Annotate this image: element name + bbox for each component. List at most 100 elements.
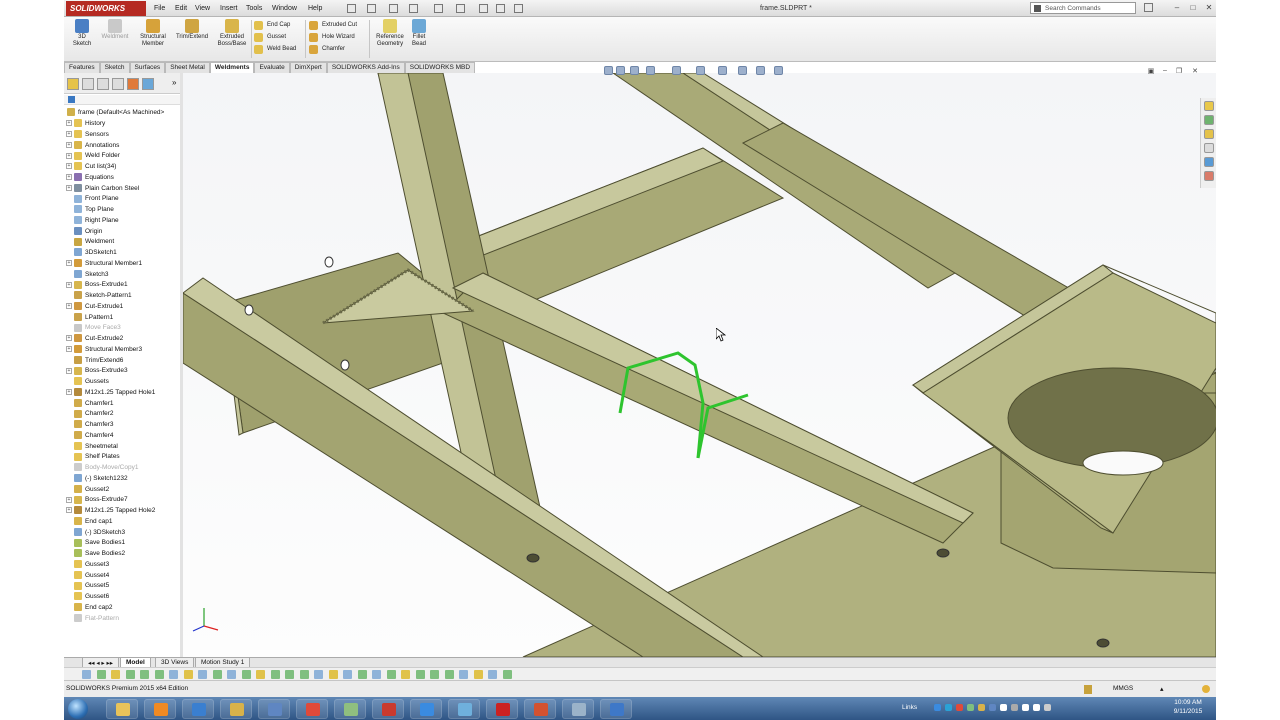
chevron-right-icon[interactable]: » xyxy=(172,78,176,87)
section-view-icon[interactable] xyxy=(646,66,655,75)
tree-item[interactable]: + M12x1.25 Tapped Hole1 xyxy=(64,387,155,398)
shortcut-tool-icon[interactable] xyxy=(154,670,164,679)
tray-icon[interactable] xyxy=(967,704,974,711)
tree-item[interactable]: Sheetmetal xyxy=(64,441,118,452)
taskbar-app-button[interactable] xyxy=(562,699,594,719)
tree-item[interactable]: + Cut-Extrude1 xyxy=(64,301,123,312)
shortcut-tool-icon[interactable] xyxy=(430,670,439,679)
tree-item[interactable]: + Cut list(34) xyxy=(64,161,116,172)
select-icon[interactable] xyxy=(456,4,465,13)
tree-item[interactable]: Body-Move/Copy1 xyxy=(64,462,138,473)
shortcut-tool-icon[interactable] xyxy=(140,670,149,679)
view-palette-icon[interactable] xyxy=(1204,143,1214,153)
expand-icon[interactable]: + xyxy=(66,507,72,514)
shortcut-tool-icon[interactable] xyxy=(401,670,410,679)
taskbar-app-button[interactable] xyxy=(448,699,480,719)
tree-item[interactable]: + Structural Member1 xyxy=(64,258,142,269)
menu-help[interactable]: Help xyxy=(308,5,322,12)
display-manager-tab-icon[interactable] xyxy=(127,78,139,90)
expand-icon[interactable]: + xyxy=(66,260,72,267)
file-properties-icon[interactable] xyxy=(496,4,505,13)
expand-icon[interactable]: + xyxy=(66,496,72,503)
shortcut-tool-icon[interactable] xyxy=(183,670,193,679)
shortcut-tool-icon[interactable] xyxy=(386,670,396,679)
tray-icon[interactable] xyxy=(945,704,952,711)
shortcut-tool-icon[interactable] xyxy=(488,670,497,679)
expand-icon[interactable]: + xyxy=(66,346,72,353)
tray-icon[interactable] xyxy=(1011,704,1018,711)
weldment-button[interactable]: Weldment xyxy=(98,19,132,41)
tray-icon[interactable] xyxy=(978,704,985,711)
tree-item[interactable]: Sketch3 xyxy=(64,269,109,280)
shortcut-tool-icon[interactable] xyxy=(444,670,454,679)
options-icon[interactable] xyxy=(514,4,523,13)
featuremanager-tab-icon[interactable] xyxy=(67,78,79,90)
weld-bead-button[interactable]: Weld Bead xyxy=(254,43,304,55)
tree-item[interactable]: Save Bodies1 xyxy=(64,537,125,548)
hide-show-items-icon[interactable] xyxy=(718,66,727,75)
clock-time[interactable]: 10:09 AM xyxy=(1168,699,1208,706)
shortcut-tool-icon[interactable] xyxy=(212,670,222,679)
tree-item[interactable]: + Annotations xyxy=(64,140,119,151)
menu-view[interactable]: View xyxy=(195,5,210,12)
solidworks-logo[interactable]: SOLIDWORKS xyxy=(66,1,146,16)
taskbar-app-button[interactable] xyxy=(220,699,252,719)
view-settings-icon[interactable] xyxy=(774,66,783,75)
tree-item[interactable]: + Boss-Extrude3 xyxy=(64,365,128,376)
tree-filter[interactable] xyxy=(64,95,182,105)
tab-mbd[interactable]: SOLIDWORKS MBD xyxy=(404,62,476,73)
tree-item[interactable]: Origin xyxy=(64,226,102,237)
tray-icon[interactable] xyxy=(1000,704,1007,711)
tray-icon[interactable] xyxy=(1044,704,1051,711)
end-cap-button[interactable]: End Cap xyxy=(254,19,304,31)
links-toolbar[interactable]: Links xyxy=(902,704,917,711)
tree-item[interactable]: Gusset6 xyxy=(64,591,109,602)
close-icon[interactable]: ✕ xyxy=(1190,67,1200,77)
tray-icon[interactable] xyxy=(956,704,963,711)
shortcut-tool-icon[interactable] xyxy=(256,670,265,679)
shortcut-tool-icon[interactable] xyxy=(270,670,280,679)
resources-icon[interactable] xyxy=(1204,101,1214,111)
tree-item[interactable]: Weldment xyxy=(64,236,114,247)
tree-item[interactable]: + Boss-Extrude7 xyxy=(64,494,128,505)
shortcut-tool-icon[interactable] xyxy=(111,670,120,679)
shortcut-tool-icon[interactable] xyxy=(473,670,483,679)
tree-item[interactable]: (-) 3DSketch3 xyxy=(64,527,125,538)
extruded-cut-button[interactable]: Extruded Cut xyxy=(309,19,369,31)
shortcut-tool-icon[interactable] xyxy=(241,670,251,679)
tree-item[interactable]: 3DSketch1 xyxy=(64,247,117,258)
shortcut-tool-icon[interactable] xyxy=(314,670,323,679)
tree-item[interactable]: Front Plane xyxy=(64,193,119,204)
tree-item[interactable]: + Cut-Extrude2 xyxy=(64,333,123,344)
tab-features[interactable]: Features xyxy=(64,62,100,73)
expand-icon[interactable]: + xyxy=(66,141,72,148)
tree-item[interactable]: End cap1 xyxy=(64,516,112,527)
menu-file[interactable]: File xyxy=(154,5,165,12)
chamfer-button[interactable]: Chamfer xyxy=(309,43,369,55)
minimize-icon[interactable]: – xyxy=(1160,67,1170,77)
rebuild-status-icon[interactable] xyxy=(1084,685,1092,694)
dimxpert-tab-icon[interactable] xyxy=(112,78,124,90)
shortcut-tool-icon[interactable] xyxy=(343,670,352,679)
tray-icon[interactable] xyxy=(1022,704,1029,711)
shortcut-tool-icon[interactable] xyxy=(227,670,236,679)
previous-view-icon[interactable] xyxy=(630,66,639,75)
tree-item[interactable]: Flat-Pattern xyxy=(64,613,119,624)
maximize-icon[interactable]: □ xyxy=(1188,3,1198,13)
tree-item[interactable]: + Boss-Extrude1 xyxy=(64,279,128,290)
tree-item[interactable]: Save Bodies2 xyxy=(64,548,125,559)
notification-icon[interactable] xyxy=(1202,685,1210,693)
tree-item[interactable]: Chamfer1 xyxy=(64,398,114,409)
design-library-icon[interactable] xyxy=(1204,115,1214,125)
shortcut-tool-icon[interactable] xyxy=(169,670,178,679)
expand-icon[interactable]: + xyxy=(66,303,72,310)
tree-item[interactable]: + Structural Member3 xyxy=(64,344,142,355)
taskbar-app-button[interactable] xyxy=(144,699,176,719)
tree-item[interactable]: Chamfer3 xyxy=(64,419,114,430)
expand-icon[interactable]: + xyxy=(66,131,72,138)
rebuild-icon[interactable] xyxy=(479,4,488,13)
tab-dimxpert[interactable]: DimXpert xyxy=(289,62,327,73)
shortcut-tool-icon[interactable] xyxy=(82,670,91,679)
taskbar-app-button[interactable] xyxy=(524,699,556,719)
tab-sketch[interactable]: Sketch xyxy=(99,62,130,73)
